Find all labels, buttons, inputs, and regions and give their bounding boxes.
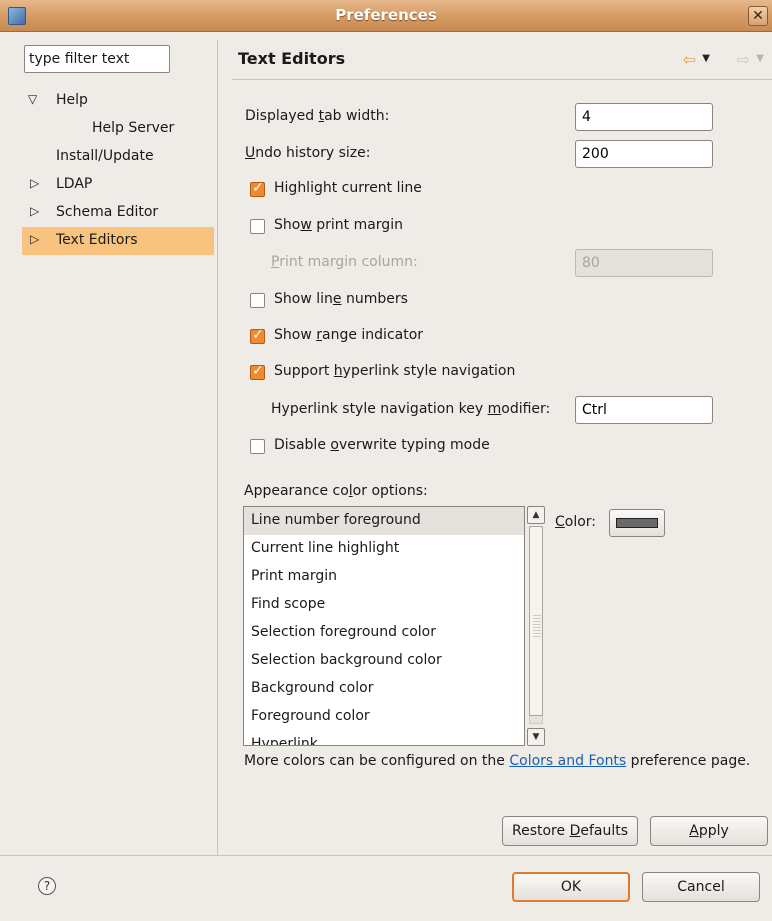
tree-item-ldap[interactable]: ▷ LDAP [22,171,214,199]
cancel-button[interactable]: Cancel [642,872,760,902]
scroll-down-icon[interactable]: ▼ [527,728,545,746]
close-button[interactable]: ✕ [748,6,768,26]
tree-item-text-editors[interactable]: ▷ Text Editors [22,227,214,255]
hyperlink-modifier-field[interactable] [575,396,713,424]
hyperlink-label: Support hyperlink style navigation [274,363,516,379]
dropdown-arrow-icon[interactable]: ▼ [756,53,764,64]
tree-item-help-server[interactable]: Help Server [22,115,214,143]
window-title: Preferences [335,6,437,24]
bottom-divider [0,855,772,856]
line-numbers-checkbox[interactable] [250,293,265,308]
list-item[interactable]: Background color [244,675,524,703]
list-item[interactable]: Selection background color [244,647,524,675]
highlight-line-label: Highlight current line [274,180,422,196]
ok-button[interactable]: OK [512,872,630,902]
help-icon[interactable]: ? [38,877,56,895]
print-margin-label: Show print margin [274,217,403,233]
range-indicator-checkbox[interactable] [250,327,265,344]
dropdown-arrow-icon[interactable]: ▼ [702,53,710,64]
list-item[interactable]: Find scope [244,591,524,619]
arrow-right-icon[interactable]: ⇨ [737,50,750,69]
list-item[interactable]: Print margin [244,563,524,591]
preferences-window: Preferences ✕ ▽ Help Help Server Install… [0,0,772,921]
list-item[interactable]: Selection foreground color [244,619,524,647]
restore-defaults-button[interactable]: Restore Defaults [502,816,638,846]
tree-item-label: LDAP [56,176,93,192]
tree-item-label: Help [56,92,88,108]
tree-item-schema-editor[interactable]: ▷ Schema Editor [22,199,214,227]
list-item[interactable]: Hyperlink [244,731,524,745]
appearance-label: Appearance color options: [244,483,428,499]
line-numbers-label: Show line numbers [274,291,408,307]
expand-arrow-icon[interactable]: ▽ [28,92,37,106]
collapse-arrow-icon[interactable]: ▷ [30,232,39,246]
collapse-arrow-icon[interactable]: ▷ [30,176,39,190]
grip-icon [533,615,541,637]
hyperlink-modifier-label: Hyperlink style navigation key modifier: [271,401,551,417]
color-swatch [616,518,658,528]
page-title: Text Editors [238,49,346,68]
page-header: Text Editors ⇦ ▼ ⇨ ▼ [232,40,772,80]
overwrite-checkbox[interactable] [250,439,265,454]
print-margin-column-field [575,249,713,277]
tree-item-label: Schema Editor [56,204,159,220]
scrollbar-thumb[interactable] [529,526,543,716]
tree-item-install-update[interactable]: Install/Update [22,143,214,171]
tree-item-label: Text Editors [56,232,138,248]
colors-fonts-note: More colors can be configured on the Col… [244,753,751,769]
colors-and-fonts-link[interactable]: Colors and Fonts [509,753,626,769]
hyperlink-checkbox[interactable] [250,363,265,380]
list-item[interactable]: Current line highlight [244,535,524,563]
list-item[interactable]: Foreground color [244,703,524,731]
preference-tree-pane: ▽ Help Help Server Install/Update ▷ LDAP… [22,40,218,855]
filter-input[interactable] [24,45,170,73]
range-indicator-label: Show range indicator [274,327,424,343]
undo-history-label: Undo history size: [245,145,371,161]
arrow-left-icon[interactable]: ⇦ [683,50,696,69]
title-bar: Preferences ✕ [0,0,772,32]
color-label: Color: [555,514,597,530]
scroll-up-icon[interactable]: ▲ [527,506,545,524]
tree-item-help[interactable]: ▽ Help [22,87,214,115]
print-margin-checkbox[interactable] [250,219,265,234]
overwrite-label: Disable overwrite typing mode [274,437,490,453]
color-picker-button[interactable] [609,509,665,537]
tab-width-field[interactable] [575,103,713,131]
appearance-color-list[interactable]: Line number foreground Current line high… [243,506,525,746]
print-margin-column-label: Print margin column: [271,254,418,270]
color-list-scrollbar[interactable]: ▲ ▼ [527,506,545,746]
apply-button[interactable]: Apply [650,816,768,846]
tree-item-label: Help Server [92,120,175,136]
undo-history-field[interactable] [575,140,713,168]
highlight-line-checkbox[interactable] [250,180,265,197]
tree-item-label: Install/Update [56,148,154,164]
tab-width-label: Displayed tab width: [245,108,390,124]
collapse-arrow-icon[interactable]: ▷ [30,204,39,218]
list-item[interactable]: Line number foreground [244,507,524,535]
